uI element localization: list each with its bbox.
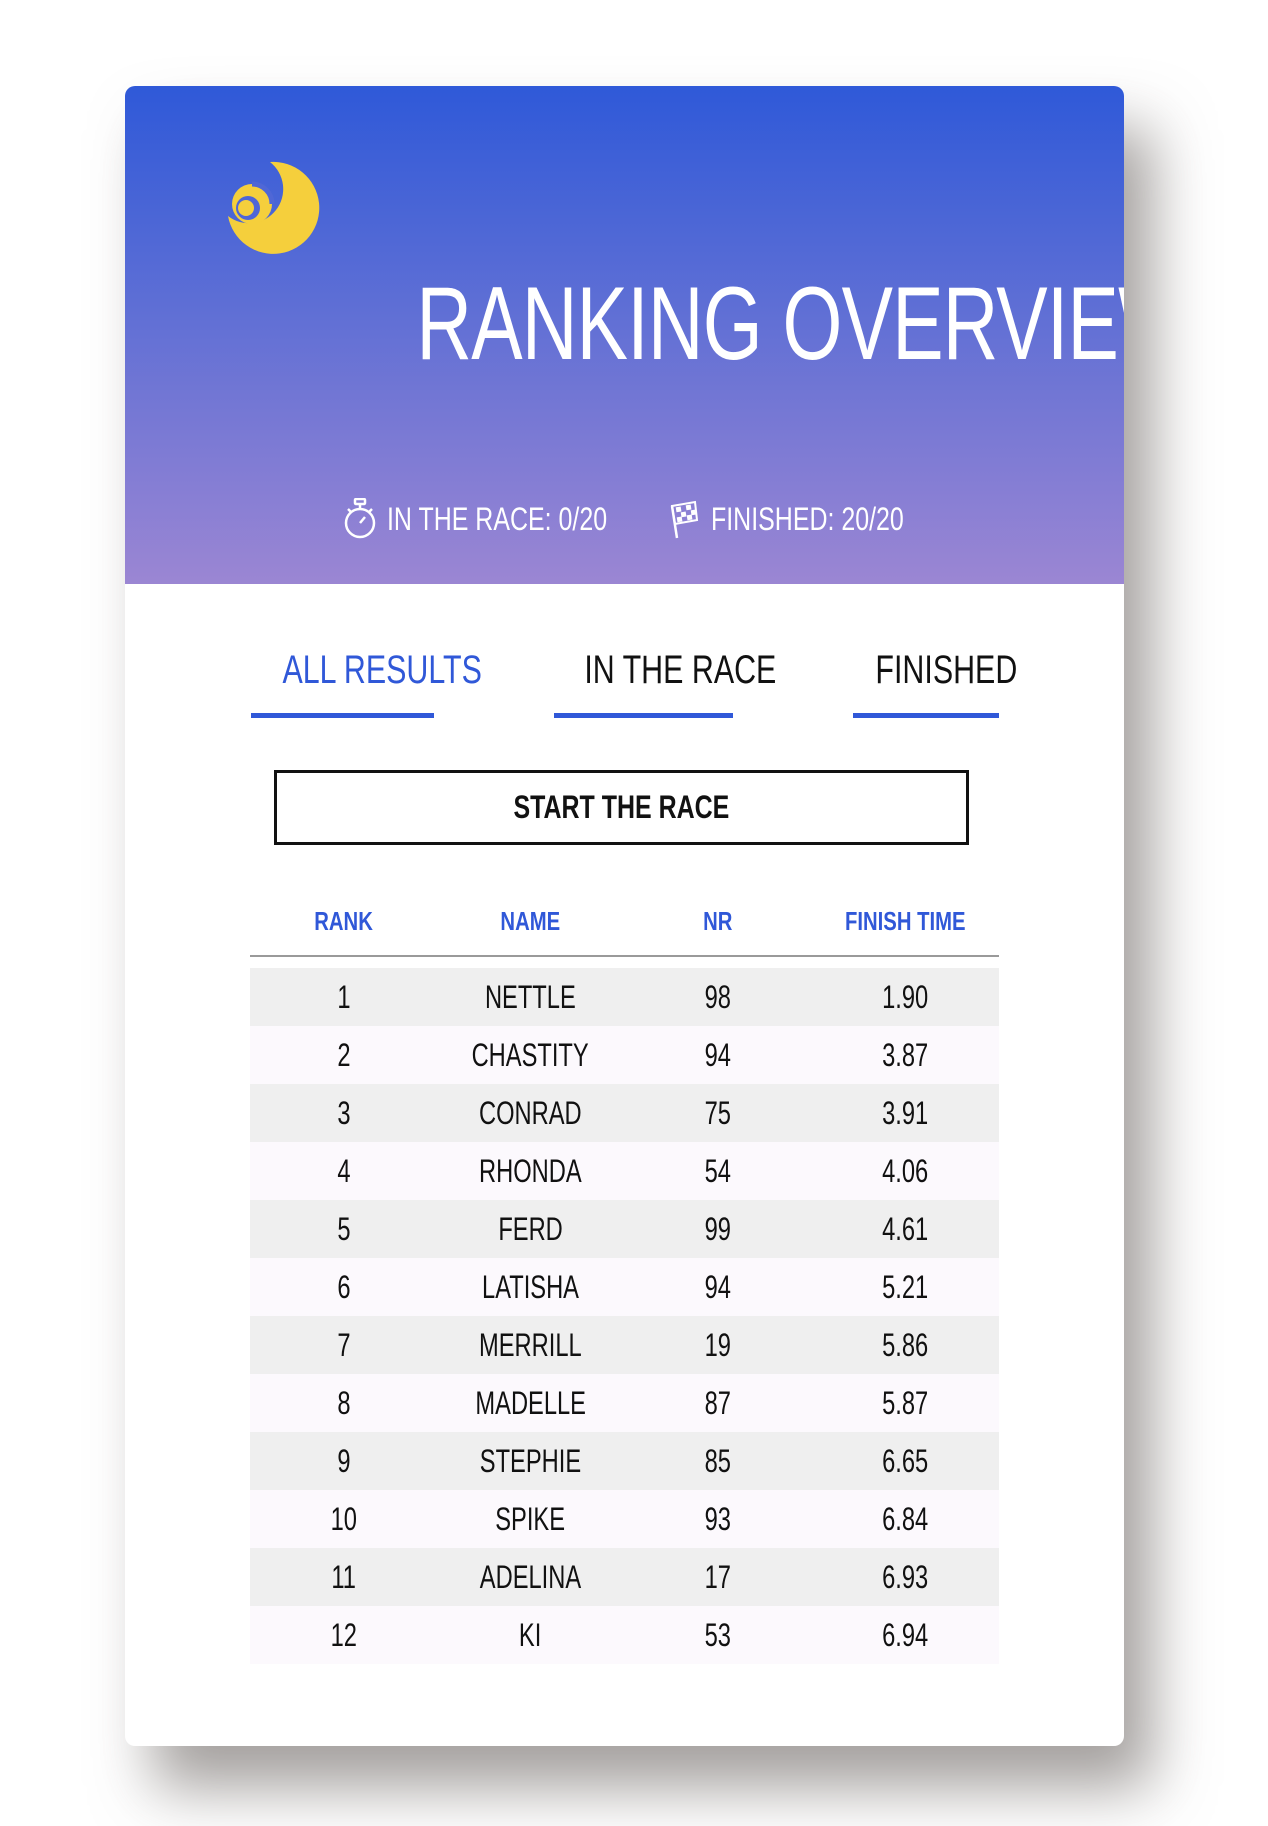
table-row: 10 SPIKE 93 6.84 (250, 1490, 999, 1548)
race-stats: IN THE RACE: 0/20 FINISHED: 20/20 (125, 498, 1124, 548)
nr-cell: 19 (704, 1327, 731, 1363)
tab-finished[interactable]: FINISHED (853, 641, 1017, 718)
rank-cell: 2 (336, 1037, 351, 1073)
name-cell: LATISHA (482, 1269, 579, 1305)
rank-cell: 1 (336, 979, 351, 1015)
rank-cell: 5 (336, 1211, 351, 1247)
table-row: 3 CONRAD 75 3.91 (250, 1084, 999, 1142)
column-header-finish-time: FINISH TIME (845, 906, 966, 936)
nr-cell: 93 (704, 1501, 731, 1537)
checkered-flag-icon (670, 500, 699, 539)
ranking-card: RANKING OVERVIEW IN THE RACE: 0/20 FINIS… (125, 86, 1124, 1746)
column-header-rank: RANK (314, 906, 373, 936)
name-cell: FERD (498, 1211, 563, 1247)
name-cell: STEPHIE (479, 1443, 582, 1479)
nr-cell: 94 (704, 1269, 731, 1305)
rank-cell: 8 (336, 1385, 351, 1421)
rank-cell: 12 (330, 1617, 357, 1653)
name-cell: KI (519, 1617, 542, 1653)
table-row: 2 CHASTITY 94 3.87 (250, 1026, 999, 1084)
rank-cell: 6 (336, 1269, 351, 1305)
table-row: 6 LATISHA 94 5.21 (250, 1258, 999, 1316)
in-race-label: IN THE RACE: (387, 500, 552, 537)
name-cell: ADELINA (479, 1559, 582, 1595)
rank-cell: 4 (336, 1153, 351, 1189)
nr-cell: 99 (704, 1211, 731, 1247)
nr-cell: 94 (704, 1037, 731, 1073)
finish-time-cell: 6.84 (882, 1501, 929, 1537)
in-race-value: 0/20 (558, 500, 608, 537)
name-cell: CHASTITY (471, 1037, 590, 1073)
rank-cell: 7 (336, 1327, 351, 1363)
rank-cell: 9 (336, 1443, 351, 1479)
stopwatch-icon (344, 498, 376, 539)
finish-time-cell: 6.93 (882, 1559, 929, 1595)
nr-cell: 75 (704, 1095, 731, 1131)
finished-label: FINISHED: (711, 500, 835, 537)
nr-cell: 17 (704, 1559, 731, 1595)
table-row: 7 MERRILL 19 5.86 (250, 1316, 999, 1374)
table-row: 12 KI 53 6.94 (250, 1606, 999, 1664)
table-body: 1 NETTLE 98 1.90 2 CHASTITY 94 3.87 3 CO… (250, 968, 999, 1664)
finish-time-cell: 4.61 (882, 1211, 929, 1247)
moon-logo-icon (228, 161, 320, 254)
finish-time-cell: 6.94 (882, 1617, 929, 1653)
finished-stat: FINISHED: 20/20 (667, 498, 958, 540)
column-header-name: NAME (500, 906, 561, 936)
finish-time-cell: 5.87 (882, 1385, 929, 1421)
name-cell: MADELLE (475, 1385, 586, 1421)
results-tabs: ALL RESULTS IN THE RACE FINISHED (125, 641, 1124, 731)
finish-time-cell: 1.90 (882, 979, 929, 1015)
finish-time-cell: 5.86 (882, 1327, 929, 1363)
tab-all-results[interactable]: ALL RESULTS (251, 641, 482, 718)
table-row: 8 MADELLE 87 5.87 (250, 1374, 999, 1432)
finish-time-cell: 5.21 (882, 1269, 929, 1305)
table-row: 1 NETTLE 98 1.90 (250, 968, 999, 1026)
nr-cell: 54 (704, 1153, 731, 1189)
name-cell: CONRAD (479, 1095, 582, 1131)
nr-cell: 53 (704, 1617, 731, 1653)
header-banner: RANKING OVERVIEW IN THE RACE: 0/20 FINIS… (125, 86, 1124, 584)
table-header: RANK NAME NR FINISH TIME (250, 901, 999, 957)
results-table: RANK NAME NR FINISH TIME 1 NETTLE 98 1.9… (250, 901, 999, 1664)
name-cell: SPIKE (495, 1501, 566, 1537)
page-title: RANKING OVERVIEW (416, 266, 1124, 382)
table-row: 11 ADELINA 17 6.93 (250, 1548, 999, 1606)
column-header-nr: NR (702, 906, 733, 936)
in-race-stat: IN THE RACE: 0/20 (343, 498, 669, 540)
table-row: 9 STEPHIE 85 6.65 (250, 1432, 999, 1490)
nr-cell: 98 (704, 979, 731, 1015)
nr-cell: 85 (704, 1443, 731, 1479)
table-row: 5 FERD 99 4.61 (250, 1200, 999, 1258)
name-cell: NETTLE (485, 979, 576, 1015)
rank-cell: 11 (331, 1559, 356, 1595)
rank-cell: 3 (336, 1095, 351, 1131)
finish-time-cell: 4.06 (882, 1153, 929, 1189)
table-row: 4 RHONDA 54 4.06 (250, 1142, 999, 1200)
name-cell: MERRILL (479, 1327, 582, 1363)
name-cell: RHONDA (479, 1153, 582, 1189)
finish-time-cell: 3.91 (882, 1095, 929, 1131)
start-race-button[interactable]: START THE RACE (274, 770, 969, 845)
rank-cell: 10 (330, 1501, 357, 1537)
finish-time-cell: 6.65 (882, 1443, 929, 1479)
nr-cell: 87 (704, 1385, 731, 1421)
tab-in-the-race[interactable]: IN THE RACE (554, 641, 776, 718)
finish-time-cell: 3.87 (882, 1037, 929, 1073)
finished-value: 20/20 (841, 500, 904, 537)
